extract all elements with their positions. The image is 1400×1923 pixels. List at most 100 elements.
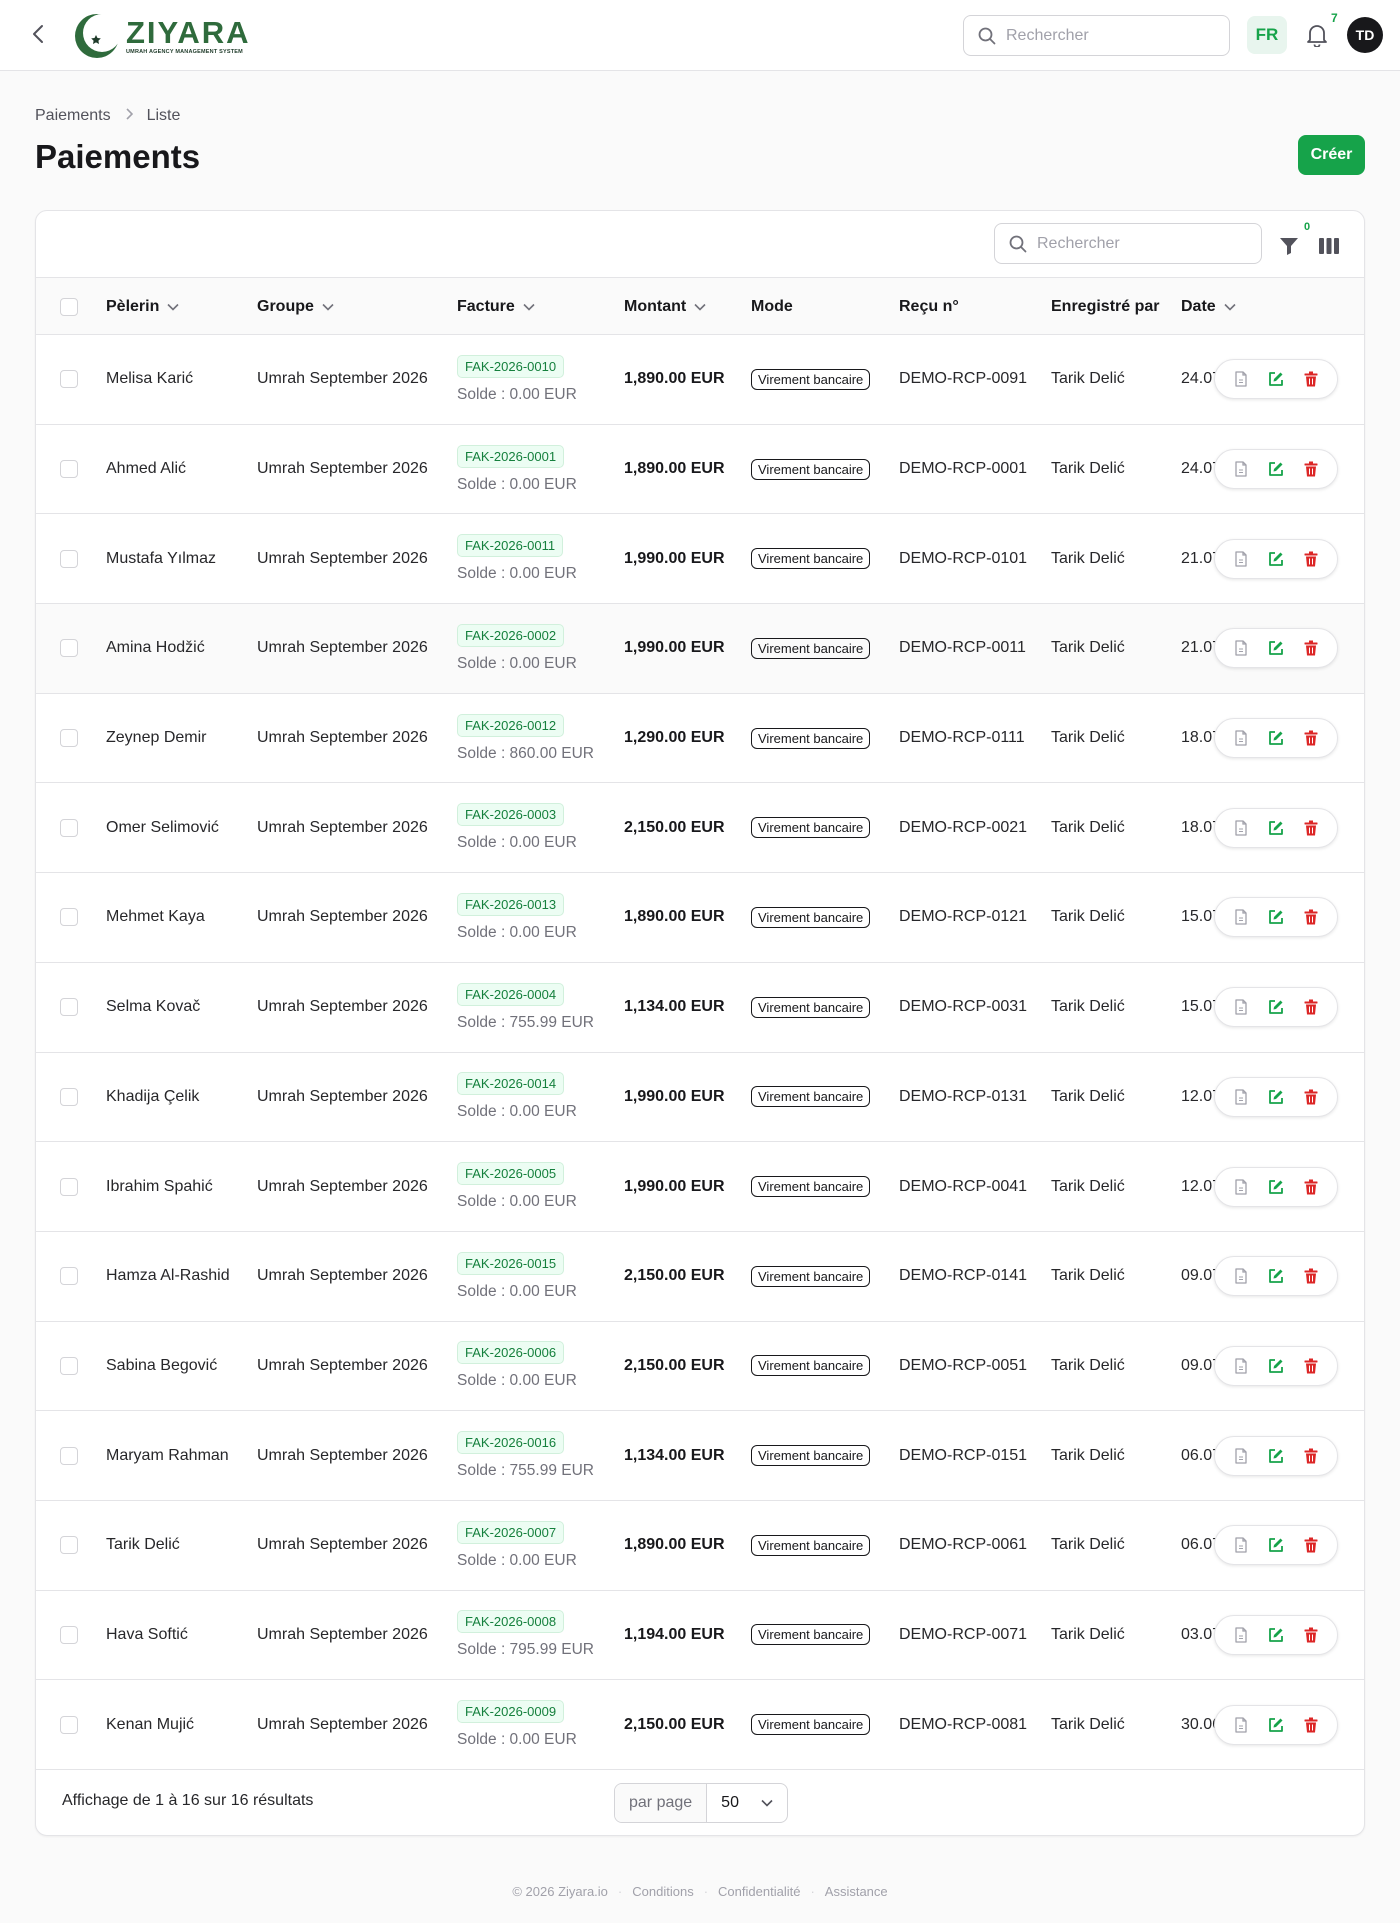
logo[interactable]: ZIYARA UMRAH AGENCY MANAGEMENT SYSTEM [72, 10, 251, 62]
row-checkbox[interactable] [60, 729, 78, 748]
receipt-button[interactable] [1230, 548, 1252, 570]
row-checkbox[interactable] [60, 1625, 78, 1644]
receipt-button[interactable] [1230, 1086, 1252, 1108]
edit-button[interactable] [1265, 817, 1287, 839]
receipt-button[interactable] [1230, 368, 1252, 390]
receipt-button[interactable] [1230, 458, 1252, 480]
edit-button[interactable] [1265, 637, 1287, 659]
edit-button[interactable] [1265, 1176, 1287, 1198]
delete-button[interactable] [1300, 1624, 1322, 1646]
row-checkbox[interactable] [60, 639, 78, 658]
table-row[interactable]: Maryam Rahman Umrah September 2026 FAK-202… [36, 1411, 1364, 1501]
invoice-badge[interactable]: FAK-2026-0015 [457, 1251, 565, 1275]
table-row[interactable]: Selma Kovač Umrah September 2026 FAK-2026-… [36, 963, 1364, 1053]
row-checkbox[interactable] [60, 908, 78, 927]
row-checkbox[interactable] [60, 1356, 78, 1375]
invoice-badge[interactable]: FAK-2026-0016 [457, 1431, 565, 1455]
receipt-button[interactable] [1230, 1624, 1252, 1646]
columns-toggle-button[interactable] [1316, 233, 1342, 259]
column-group[interactable]: Groupe [257, 278, 334, 336]
column-date[interactable]: Date [1181, 278, 1236, 336]
invoice-badge[interactable]: FAK-2026-0004 [457, 982, 565, 1006]
receipt-button[interactable] [1230, 1714, 1252, 1736]
breadcrumb-root[interactable]: Paiements [35, 107, 111, 125]
table-row[interactable]: Sabina Begović Umrah September 2026 FAK-20… [36, 1322, 1364, 1412]
delete-button[interactable] [1300, 906, 1322, 928]
row-checkbox[interactable] [60, 549, 78, 568]
receipt-button[interactable] [1230, 1176, 1252, 1198]
row-checkbox[interactable] [60, 460, 78, 479]
global-search[interactable] [963, 15, 1230, 56]
edit-button[interactable] [1265, 1624, 1287, 1646]
invoice-badge[interactable]: FAK-2026-0005 [457, 1162, 565, 1186]
user-avatar[interactable]: TD [1347, 17, 1383, 53]
delete-button[interactable] [1300, 548, 1322, 570]
invoice-badge[interactable]: FAK-2026-0008 [457, 1610, 565, 1634]
receipt-button[interactable] [1230, 817, 1252, 839]
invoice-badge[interactable]: FAK-2026-0002 [457, 623, 565, 647]
invoice-badge[interactable]: FAK-2026-0014 [457, 1072, 565, 1096]
edit-button[interactable] [1265, 548, 1287, 570]
receipt-button[interactable] [1230, 906, 1252, 928]
table-row[interactable]: Amina Hodžić Umrah September 2026 FAK-2026… [36, 604, 1364, 694]
privacy-link[interactable]: Confidentialité [718, 1884, 800, 1899]
invoice-badge[interactable]: FAK-2026-0007 [457, 1520, 565, 1544]
table-row[interactable]: Omer Selimović Umrah September 2026 FAK-20… [36, 783, 1364, 874]
row-checkbox[interactable] [60, 1267, 78, 1286]
delete-button[interactable] [1300, 1265, 1322, 1287]
table-row[interactable]: Mehmet Kaya Umrah September 2026 FAK-2026-… [36, 873, 1364, 963]
delete-button[interactable] [1300, 1176, 1322, 1198]
receipt-button[interactable] [1230, 996, 1252, 1018]
column-amount[interactable]: Montant [624, 278, 706, 336]
back-button[interactable] [26, 22, 50, 46]
invoice-badge[interactable]: FAK-2026-0001 [457, 444, 565, 468]
row-checkbox[interactable] [60, 1536, 78, 1555]
table-row[interactable]: Khadija Çelik Umrah September 2026 FAK-202… [36, 1053, 1364, 1143]
table-row[interactable]: Tarik Delić Umrah September 2026 FAK-2026-… [36, 1501, 1364, 1591]
row-checkbox[interactable] [60, 1177, 78, 1196]
invoice-badge[interactable]: FAK-2026-0009 [457, 1700, 565, 1724]
table-row[interactable]: Hamza Al-Rashid Umrah September 2026 FAK-2… [36, 1232, 1364, 1322]
create-button[interactable]: Créer [1298, 135, 1365, 175]
row-checkbox[interactable] [60, 1715, 78, 1734]
row-checkbox[interactable] [60, 370, 78, 389]
delete-button[interactable] [1300, 1086, 1322, 1108]
select-all-checkbox[interactable] [60, 298, 78, 316]
edit-button[interactable] [1265, 727, 1287, 749]
delete-button[interactable] [1300, 1714, 1322, 1736]
invoice-badge[interactable]: FAK-2026-0003 [457, 803, 565, 827]
table-row[interactable]: Mustafa Yılmaz Umrah September 2026 FAK-20… [36, 514, 1364, 605]
invoice-badge[interactable]: FAK-2026-0012 [457, 713, 565, 737]
edit-button[interactable] [1265, 996, 1287, 1018]
edit-button[interactable] [1265, 1445, 1287, 1467]
row-checkbox[interactable] [60, 1446, 78, 1465]
delete-button[interactable] [1300, 458, 1322, 480]
filter-button[interactable] [1276, 233, 1302, 259]
delete-button[interactable] [1300, 1534, 1322, 1556]
receipt-button[interactable] [1230, 637, 1252, 659]
delete-button[interactable] [1300, 817, 1322, 839]
edit-button[interactable] [1265, 368, 1287, 390]
row-checkbox[interactable] [60, 1087, 78, 1106]
table-row[interactable]: Melisa Karić Umrah September 2026 FAK-2026… [36, 335, 1364, 425]
edit-button[interactable] [1265, 1534, 1287, 1556]
language-button[interactable]: FR [1247, 16, 1287, 54]
invoice-badge[interactable]: FAK-2026-0011 [457, 534, 564, 558]
table-row[interactable]: Ibrahim Spahić Umrah September 2026 FAK-20… [36, 1142, 1364, 1232]
receipt-button[interactable] [1230, 1355, 1252, 1377]
terms-link[interactable]: Conditions [632, 1884, 693, 1899]
delete-button[interactable] [1300, 1445, 1322, 1467]
table-search-input[interactable] [1037, 234, 1237, 253]
column-invoice[interactable]: Facture [457, 278, 535, 336]
edit-button[interactable] [1265, 1265, 1287, 1287]
delete-button[interactable] [1300, 727, 1322, 749]
column-pilgrim[interactable]: Pèlerin [106, 278, 179, 336]
receipt-button[interactable] [1230, 727, 1252, 749]
edit-button[interactable] [1265, 906, 1287, 928]
delete-button[interactable] [1300, 996, 1322, 1018]
receipt-button[interactable] [1230, 1265, 1252, 1287]
invoice-badge[interactable]: FAK-2026-0006 [457, 1341, 565, 1365]
notifications-button[interactable] [1303, 20, 1331, 50]
edit-button[interactable] [1265, 458, 1287, 480]
edit-button[interactable] [1265, 1714, 1287, 1736]
